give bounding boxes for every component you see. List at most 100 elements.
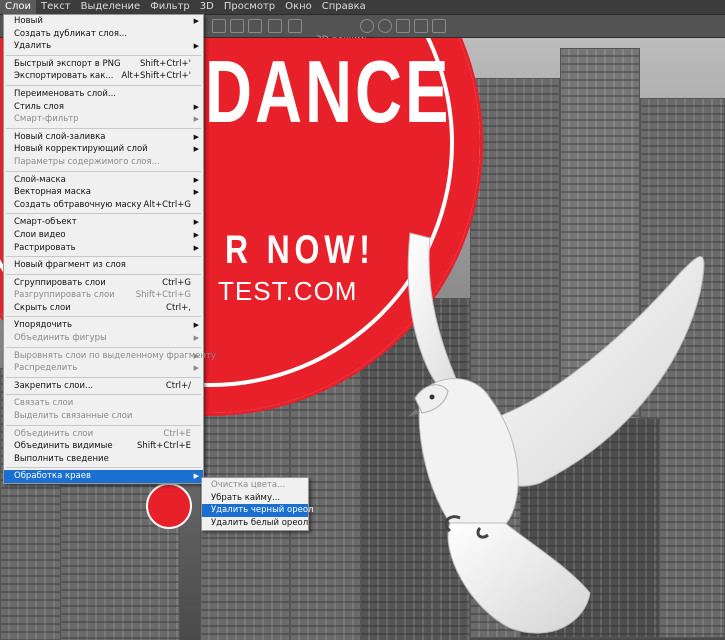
menu-item-sloi-video[interactable]: Слои видео ▶: [4, 229, 203, 242]
menu-item-novyy[interactable]: Новый ▶: [4, 15, 203, 28]
menu-item-sgruppirovat-sloi[interactable]: Сгруппировать слои Ctrl+G: [4, 277, 203, 290]
menu-item-zakrepit-sloi[interactable]: Закрепить слои... Ctrl+/: [4, 380, 203, 393]
menu-item-vydelit-svyazannye-sloi[interactable]: Выделить связанные слои: [4, 410, 203, 423]
align-left-icon[interactable]: [212, 19, 226, 33]
menu-separator: [6, 424, 201, 426]
distribute-icon[interactable]: [268, 19, 282, 33]
menu-item-smart-obekt[interactable]: Смарт-объект ▶: [4, 216, 203, 229]
submenu-arrow-icon: ▶: [193, 42, 199, 51]
menu-separator: [6, 256, 201, 258]
menu-item-sozdat-dublikat-sloya[interactable]: Создать дубликат слоя...: [4, 28, 203, 41]
menu-item-label: Выделить связанные слои: [14, 411, 133, 422]
menu-item-label: Новый фрагмент из слоя: [14, 260, 126, 271]
submenu-arrow-icon: ▶: [193, 188, 199, 197]
menu-item-ochistka-tsveta[interactable]: Очистка цвета...: [202, 479, 308, 492]
menubar-item-3d[interactable]: 3D: [195, 0, 219, 14]
submenu-arrow-icon: ▶: [193, 321, 199, 330]
menu-item-label: Смарт-объект: [14, 217, 77, 228]
menu-item-label: Параметры содержимого слоя...: [14, 156, 160, 167]
menu-item-vektornaya-maska[interactable]: Векторная маска ▶: [4, 186, 203, 199]
menubar-item-spravka[interactable]: Справка: [317, 0, 371, 14]
menubar-item-filtr[interactable]: Фильтр: [145, 0, 195, 14]
menu-item-obedinit-figury[interactable]: Объединить фигуры ▶: [4, 332, 203, 345]
menu-item-obrabotka-kraev[interactable]: Обработка краев ▶: [4, 470, 203, 483]
menu-item-pereimenovat-sloy[interactable]: Переименовать слой...: [4, 88, 203, 101]
menubar-item-tekst[interactable]: Текст: [36, 0, 76, 14]
dove-image: [407, 232, 705, 634]
menu-item-stil-sloya[interactable]: Стиль слоя ▶: [4, 101, 203, 114]
menu-item-vyrovnyat-sloi-po-vydelennomu-fragmentu[interactable]: Выровнять слои по выделенному фрагменту ▶: [4, 350, 216, 363]
menu-item-shortcut: Shift+Ctrl+E: [136, 441, 191, 452]
menu-item-shortcut: Ctrl+G: [162, 277, 191, 288]
menu-item-shortcut: Ctrl+/: [165, 380, 191, 391]
menu-separator: [6, 394, 201, 396]
menu-item-novyy-korrektiruyuschiy-sloy[interactable]: Новый корректирующий слой ▶: [4, 143, 203, 156]
menu-item-svyazat-sloi[interactable]: Связать слои: [4, 397, 203, 410]
small-red-circle: [146, 483, 192, 529]
distribute-icon[interactable]: [288, 19, 302, 33]
submenu-arrow-icon: ▶: [193, 472, 199, 481]
menu-item-rastrirovat[interactable]: Растрировать ▶: [4, 242, 203, 255]
menubar-item-vydelenie[interactable]: Выделение: [76, 0, 146, 14]
menu-item-razgruppirovat-sloi[interactable]: Разгруппировать слои Shift+Ctrl+G: [4, 289, 203, 302]
menu-item-shortcut: Shift+Ctrl+G: [135, 290, 191, 301]
submenu-arrow-icon: ▶: [193, 115, 199, 124]
menu-item-label: Выполнить сведение: [14, 453, 109, 464]
menu-item-label: Объединить фигуры: [14, 333, 107, 344]
menu-item-label: Новый слой-заливка: [14, 131, 106, 142]
menu-item-sloy-maska[interactable]: Слой-маска ▶: [4, 174, 203, 187]
pan-3d-icon[interactable]: [396, 19, 410, 33]
menu-item-eksportirovat-kak[interactable]: Экспортировать как... Alt+Shift+Ctrl+': [4, 70, 203, 83]
scale-3d-icon[interactable]: [432, 19, 446, 33]
menu-item-label: Смарт-фильтр: [14, 114, 79, 125]
menu-item-udalit-belyy-oreol[interactable]: Удалить белый ореол: [202, 517, 308, 530]
menu-item-parametry-soderzhimogo-sloya[interactable]: Параметры содержимого слоя...: [4, 156, 203, 169]
align-right-icon[interactable]: [248, 19, 262, 33]
menu-item-bystryy-eksport-v-png[interactable]: Быстрый экспорт в PNG Shift+Ctrl+': [4, 58, 203, 71]
align-center-icon[interactable]: [230, 19, 244, 33]
menu-item-label: Сгруппировать слои: [14, 277, 106, 288]
menu-item-smart-filtr[interactable]: Смарт-фильтр ▶: [4, 113, 203, 126]
poster-tagline: R NOW!: [225, 228, 375, 272]
menu-item-label: Векторная маска: [14, 187, 91, 198]
submenu-arrow-icon: ▶: [193, 17, 199, 25]
menu-item-vypolnit-svedenie[interactable]: Выполнить сведение: [4, 453, 203, 466]
menu-item-label: Выровнять слои по выделенному фрагменту: [14, 350, 216, 361]
menu-item-novyy-sloy-zalivka[interactable]: Новый слой-заливка ▶: [4, 131, 203, 144]
menu-item-label: Закрепить слои...: [14, 380, 94, 391]
menubar-item-okno[interactable]: Окно: [280, 0, 317, 14]
menu-item-label: Удалить: [14, 41, 52, 52]
menu-item-sozdat-obtravochnuyu-masku[interactable]: Создать обтравочную маску Alt+Ctrl+G: [4, 199, 203, 212]
submenu-arrow-icon: ▶: [193, 102, 199, 111]
menu-item-label: Убрать кайму...: [211, 492, 281, 503]
menu-item-label: Объединить видимые: [14, 441, 113, 452]
menu-item-label: Упорядочить: [14, 320, 73, 331]
menu-item-label: Скрыть слои: [14, 302, 71, 313]
menubar-item-prosmotr[interactable]: Просмотр: [219, 0, 280, 14]
submenu-arrow-icon: ▶: [193, 334, 199, 343]
menu-item-novyy-fragment-iz-sloya[interactable]: Новый фрагмент из слоя: [4, 259, 203, 272]
menu-separator: [6, 346, 201, 348]
menu-item-label: Обработка краев: [14, 471, 91, 482]
menu-item-uporyadochit[interactable]: Упорядочить ▶: [4, 319, 203, 332]
poster-url: TEST.COM: [218, 276, 358, 306]
menu-item-ubrat-kaymu[interactable]: Убрать кайму...: [202, 492, 308, 505]
edges-submenu: Очистка цвета... Убрать кайму... Удалить ч…: [201, 477, 314, 532]
menu-item-label: Очистка цвета...: [211, 480, 286, 490]
menu-item-skryt-sloi[interactable]: Скрыть слои Ctrl+,: [4, 302, 203, 315]
menu-item-obedinit-sloi[interactable]: Объединить слои Ctrl+E: [4, 428, 203, 441]
menu-item-obedinit-vidimye[interactable]: Объединить видимые Shift+Ctrl+E: [4, 440, 203, 453]
slide-3d-icon[interactable]: [414, 19, 428, 33]
menu-bar: Слои Текст Выделение Фильтр 3D Просмотр Окно Сп…: [0, 0, 725, 15]
menu-item-label: Разгруппировать слои: [14, 290, 115, 301]
menu-item-udalit-chernyy-oreol[interactable]: Удалить черный ореол: [202, 504, 314, 517]
menu-item-label: Создать дубликат слоя...: [14, 28, 128, 39]
submenu-arrow-icon: ▶: [193, 132, 199, 141]
menu-item-raspredelit[interactable]: Распределить ▶: [4, 362, 203, 375]
submenu-arrow-icon: ▶: [193, 351, 199, 360]
menu-item-udalit[interactable]: Удалить ▶: [4, 40, 203, 53]
roll-3d-icon[interactable]: [378, 19, 392, 33]
rotate-3d-icon[interactable]: [360, 19, 374, 33]
menubar-item-sloi[interactable]: Слои: [0, 0, 36, 14]
menu-item-label: Быстрый экспорт в PNG: [14, 58, 121, 69]
